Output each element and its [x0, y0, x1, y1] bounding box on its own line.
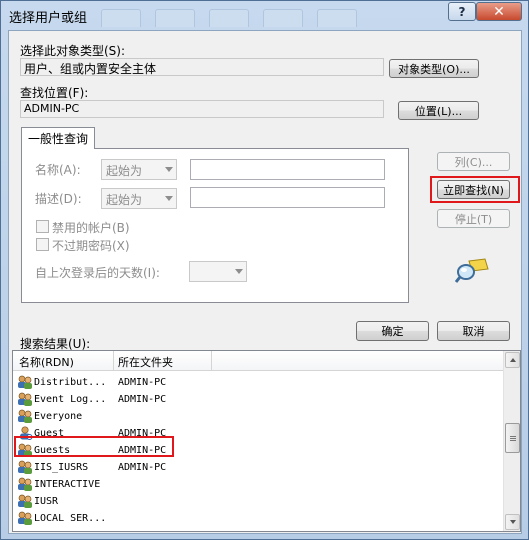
object-type-field: 用户、组或内置安全主体: [20, 58, 384, 76]
object-type-label: 选择此对象类型(S):: [20, 44, 126, 58]
title-bar[interactable]: 选择用户或组 ? ✕: [1, 1, 528, 29]
tab-common-queries[interactable]: 一般性查询: [21, 127, 95, 149]
columns-button[interactable]: 列(C)...: [437, 152, 510, 171]
location-field: ADMIN-PC: [20, 100, 384, 118]
group-icon: [17, 392, 33, 406]
grip-icon: [510, 436, 516, 437]
table-row[interactable]: Everyone: [13, 408, 503, 425]
description-label: 描述(D):: [35, 192, 82, 206]
table-row[interactable]: INTERACTIVE: [13, 476, 503, 493]
object-types-button[interactable]: 对象类型(O)...: [389, 59, 479, 78]
row-name: IUSR: [34, 496, 59, 507]
close-button[interactable]: ✕: [476, 2, 522, 21]
days-since-login-label: 自上次登录后的天数(I):: [35, 266, 160, 280]
row-name: Event Log...: [34, 394, 107, 405]
table-row[interactable]: IIS_IUSRS ADMIN-PC: [13, 459, 503, 476]
days-since-login-select[interactable]: [189, 261, 247, 282]
table-row[interactable]: IUSR: [13, 493, 503, 510]
scroll-up-button[interactable]: [505, 352, 520, 368]
group-icon: [17, 375, 33, 389]
name-label: 名称(A):: [35, 163, 81, 177]
row-name: Everyone: [34, 411, 83, 422]
search-results-list[interactable]: 名称(RDN) 所在文件夹 Distribut... ADMIN-PC Event …: [12, 350, 521, 532]
search-flashlight-icon: [454, 257, 489, 283]
row-name: LOCAL SER...: [34, 513, 107, 524]
list-header: 名称(RDN) 所在文件夹: [13, 351, 520, 371]
row-name: Distribut...: [34, 377, 107, 388]
dialog-window: 选择用户或组 ? ✕ 选择此对象类型(S): 用户、组或内置安全主体 对象类型(…: [0, 0, 529, 540]
row-folder: ADMIN-PC: [118, 462, 167, 473]
chevron-down-icon: [165, 167, 173, 172]
window-title: 选择用户或组: [9, 11, 88, 26]
description-mode-select[interactable]: 起始为: [101, 188, 177, 209]
arrow-down-icon: [510, 520, 516, 524]
name-mode-select[interactable]: 起始为: [101, 159, 177, 180]
row-folder: ADMIN-PC: [118, 377, 167, 388]
scroll-thumb[interactable]: [505, 423, 520, 453]
background-window-ghost: [101, 9, 421, 29]
location-label: 查找位置(F):: [20, 86, 89, 100]
help-button[interactable]: ?: [448, 2, 476, 21]
ok-button[interactable]: 确定: [356, 321, 429, 341]
group-icon: [17, 409, 33, 423]
name-input[interactable]: [190, 159, 385, 180]
everyone-highlight: [14, 436, 174, 457]
disabled-accounts-checkbox[interactable]: [36, 220, 49, 233]
chevron-down-icon: [165, 196, 173, 201]
dialog-client-area: 选择此对象类型(S): 用户、组或内置安全主体 对象类型(O)... 查找位置(…: [8, 30, 522, 534]
cancel-button[interactable]: 取消: [437, 321, 510, 341]
find-now-highlight: [430, 176, 520, 203]
group-icon: [17, 494, 33, 508]
group-icon: [17, 511, 33, 525]
row-name: INTERACTIVE: [34, 479, 101, 490]
group-icon: [17, 460, 33, 474]
scroll-down-button[interactable]: [505, 514, 520, 530]
row-name: IIS_IUSRS: [34, 462, 89, 473]
column-folder-header[interactable]: 所在文件夹: [118, 354, 173, 370]
table-row[interactable]: LOCAL SER...: [13, 510, 503, 527]
column-name-header[interactable]: 名称(RDN): [19, 354, 74, 370]
non-expiring-password-label: 不过期密码(X): [52, 239, 130, 253]
description-input[interactable]: [190, 187, 385, 208]
stop-button[interactable]: 停止(T): [437, 209, 510, 228]
name-mode-value: 起始为: [106, 164, 143, 178]
group-icon: [17, 477, 33, 491]
query-panel: 名称(A): 起始为 描述(D): 起始为 禁用的帐户(B) 不过期密码(X) …: [21, 148, 409, 303]
description-mode-value: 起始为: [106, 193, 143, 207]
arrow-up-icon: [510, 358, 516, 362]
non-expiring-password-checkbox[interactable]: [36, 238, 49, 251]
table-row[interactable]: Distribut... ADMIN-PC: [13, 374, 503, 391]
column-divider[interactable]: [113, 351, 114, 371]
disabled-accounts-label: 禁用的帐户(B): [52, 221, 130, 235]
column-divider[interactable]: [211, 351, 212, 371]
row-folder: ADMIN-PC: [118, 394, 167, 405]
table-row[interactable]: Event Log... ADMIN-PC: [13, 391, 503, 408]
vertical-scrollbar[interactable]: [503, 351, 520, 531]
chevron-down-icon: [235, 269, 243, 274]
locations-button[interactable]: 位置(L)...: [398, 101, 479, 120]
